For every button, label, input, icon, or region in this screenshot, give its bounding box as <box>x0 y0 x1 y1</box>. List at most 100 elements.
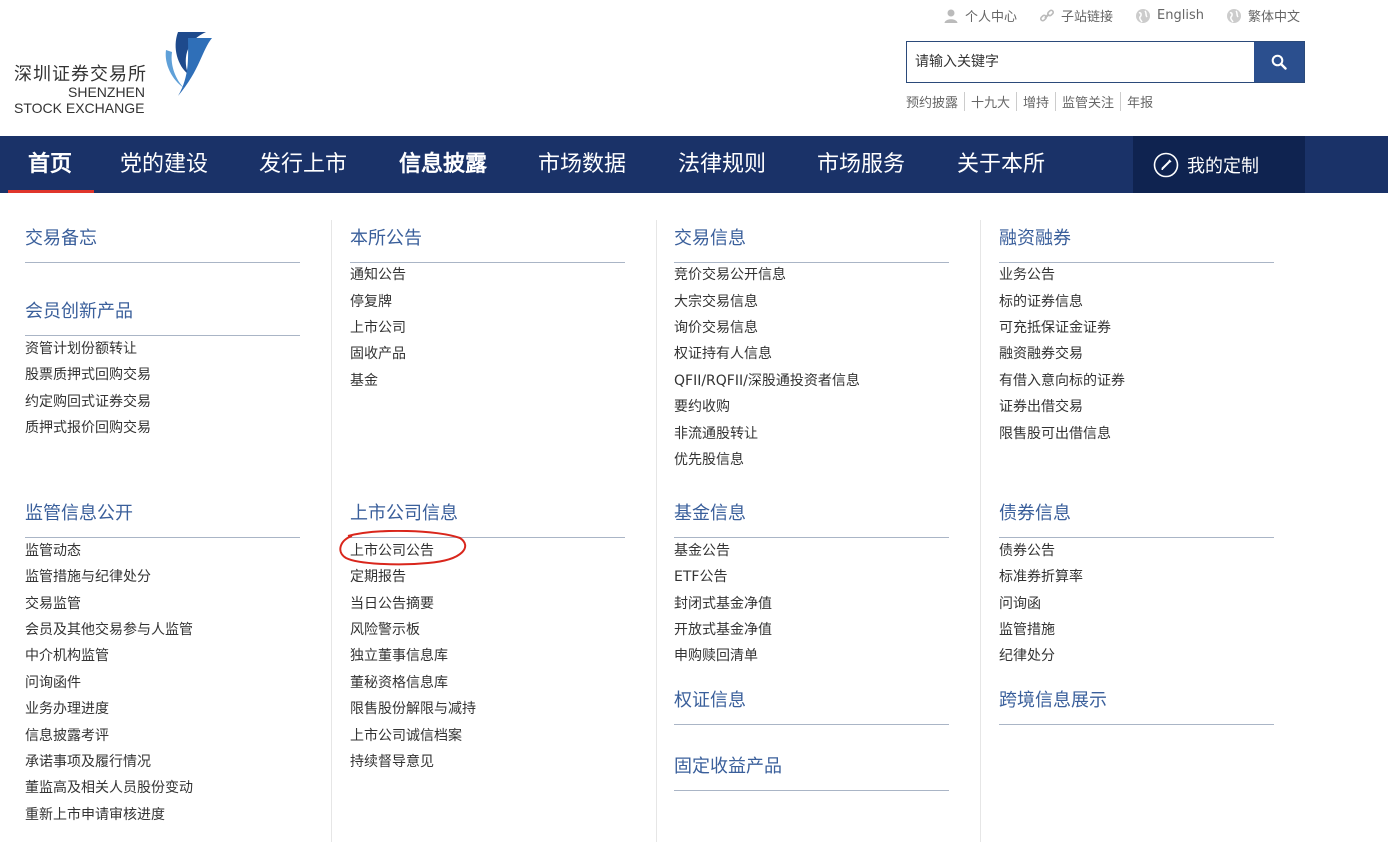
section-title-trade-memo[interactable]: 交易备忘 <box>25 224 300 263</box>
menu-link[interactable]: 问询函 <box>999 593 1041 613</box>
nav-item-disclosure[interactable]: 信息披露 <box>399 136 487 193</box>
menu-link[interactable]: 董秘资格信息库 <box>350 672 448 692</box>
logo-mark-icon <box>165 32 212 96</box>
section-title-exchange-notice[interactable]: 本所公告 <box>350 224 625 263</box>
menu-link[interactable]: 基金 <box>350 370 378 390</box>
main-nav: 首页 党的建设 发行上市 信息披露 市场数据 法律规则 市场服务 关于本所 我的… <box>0 136 1388 193</box>
nav-item-market-data[interactable]: 市场数据 <box>538 136 626 193</box>
custom-icon <box>1153 152 1179 177</box>
hot-word-link[interactable]: 增持 <box>1016 92 1055 111</box>
english-label: English <box>1157 8 1204 23</box>
menu-link[interactable]: 权证持有人信息 <box>674 343 772 363</box>
menu-link[interactable]: 大宗交易信息 <box>674 291 758 311</box>
nav-item-services[interactable]: 市场服务 <box>817 136 905 193</box>
menu-link[interactable]: 监管措施与纪律处分 <box>25 566 151 586</box>
menu-link[interactable]: 限售股份解限与减持 <box>350 698 476 718</box>
menu-link[interactable]: 标的证券信息 <box>999 291 1083 311</box>
nav-item-listing[interactable]: 发行上市 <box>259 136 347 193</box>
menu-link[interactable]: 限售股可出借信息 <box>999 423 1111 443</box>
menu-link[interactable]: 基金公告 <box>674 540 730 560</box>
menu-link[interactable]: 问询函件 <box>25 672 81 692</box>
menu-link[interactable]: 标准券折算率 <box>999 566 1083 586</box>
section-title-member-products[interactable]: 会员创新产品 <box>25 297 300 336</box>
search-box <box>906 41 1305 83</box>
menu-link[interactable]: 上市公司诚信档案 <box>350 725 462 745</box>
link-icon <box>1040 8 1055 22</box>
menu-link[interactable]: 申购赎回清单 <box>674 645 758 665</box>
menu-link[interactable]: 监管措施 <box>999 619 1055 639</box>
search-input[interactable] <box>907 42 1254 82</box>
menu-link[interactable]: 固收产品 <box>350 343 406 363</box>
nav-item-home[interactable]: 首页 <box>28 136 72 193</box>
search-button[interactable] <box>1254 42 1304 82</box>
personal-center-label: 个人中心 <box>965 10 1018 25</box>
traditional-chinese-link[interactable]: 繁体中文 <box>1226 6 1300 25</box>
substation-link[interactable]: 子站链接 <box>1039 6 1113 25</box>
menu-link[interactable]: 资管计划份额转让 <box>25 338 137 358</box>
menu-link[interactable]: 停复牌 <box>350 291 392 311</box>
menu-link[interactable]: 业务公告 <box>999 264 1055 284</box>
menu-link[interactable]: 定期报告 <box>350 566 406 586</box>
menu-link[interactable]: 约定购回式证券交易 <box>25 391 151 411</box>
menu-link[interactable]: 证券出借交易 <box>999 396 1083 416</box>
menu-link[interactable]: 业务办理进度 <box>25 698 109 718</box>
menu-link[interactable]: 有借入意向标的证券 <box>999 370 1125 390</box>
hot-words: 预约披露 十九大 增持 监管关注 年报 <box>906 92 1159 111</box>
szse-logo[interactable]: 深圳证券交易所 SHENZHEN STOCK EXCHANGE <box>14 30 214 116</box>
my-custom-label: 我的定制 <box>1187 155 1259 177</box>
hot-word-link[interactable]: 年报 <box>1120 92 1159 111</box>
menu-link[interactable]: 中介机构监管 <box>25 645 109 665</box>
nav-item-party[interactable]: 党的建设 <box>120 136 208 193</box>
menu-link[interactable]: 质押式报价回购交易 <box>25 417 151 437</box>
logo-en-text-1: SHENZHEN <box>68 84 146 100</box>
my-custom-button[interactable]: 我的定制 <box>1133 136 1305 193</box>
menu-link[interactable]: 竞价交易公开信息 <box>674 264 786 284</box>
hot-word-link[interactable]: 监管关注 <box>1055 92 1120 111</box>
menu-link[interactable]: 股票质押式回购交易 <box>25 364 151 384</box>
menu-link[interactable]: 当日公告摘要 <box>350 593 434 613</box>
menu-link[interactable]: QFII/RQFII/深股通投资者信息 <box>674 370 860 390</box>
section-title-fund-info[interactable]: 基金信息 <box>674 499 949 538</box>
section-title-bond-info[interactable]: 债券信息 <box>999 499 1274 538</box>
red-highlight-circle <box>339 530 467 566</box>
hot-word-link[interactable]: 预约披露 <box>906 92 964 111</box>
menu-link[interactable]: 通知公告 <box>350 264 406 284</box>
menu-link[interactable]: 风险警示板 <box>350 619 420 639</box>
menu-link[interactable]: 持续督导意见 <box>350 751 434 771</box>
menu-link[interactable]: 董监高及相关人员股份变动 <box>25 777 193 797</box>
menu-link[interactable]: 纪律处分 <box>999 645 1055 665</box>
menu-link[interactable]: 监管动态 <box>25 540 81 560</box>
menu-link[interactable]: 封闭式基金净值 <box>674 593 772 613</box>
menu-link[interactable]: 债券公告 <box>999 540 1055 560</box>
english-link[interactable]: English <box>1135 6 1204 25</box>
logo-cn-text: 深圳证券交易所 <box>14 64 147 85</box>
section-title-trade-info[interactable]: 交易信息 <box>674 224 949 263</box>
menu-link[interactable]: 可充抵保证金证券 <box>999 317 1111 337</box>
menu-link[interactable]: 信息披露考评 <box>25 725 109 745</box>
menu-link[interactable]: 优先股信息 <box>674 449 744 469</box>
personal-center-link[interactable]: 个人中心 <box>943 6 1017 25</box>
menu-link[interactable]: 融资融券交易 <box>999 343 1083 363</box>
menu-link[interactable]: 上市公司 <box>350 317 406 337</box>
menu-link[interactable]: 开放式基金净值 <box>674 619 772 639</box>
nav-item-about[interactable]: 关于本所 <box>957 136 1045 193</box>
menu-link[interactable]: 询价交易信息 <box>674 317 758 337</box>
section-title-supervision[interactable]: 监管信息公开 <box>25 499 300 538</box>
menu-link[interactable]: 非流通股转让 <box>674 423 758 443</box>
menu-link[interactable]: 交易监管 <box>25 593 81 613</box>
menu-link[interactable]: 承诺事项及履行情况 <box>25 751 151 771</box>
logo-en-text-2: STOCK EXCHANGE <box>14 100 145 116</box>
section-title-fixed-income[interactable]: 固定收益产品 <box>674 752 949 791</box>
section-title-warrant-info[interactable]: 权证信息 <box>674 686 949 725</box>
substation-label: 子站链接 <box>1061 10 1114 25</box>
column-divider <box>331 220 332 842</box>
section-title-margin[interactable]: 融资融券 <box>999 224 1274 263</box>
menu-link[interactable]: 重新上市申请审核进度 <box>25 804 165 824</box>
nav-item-rules[interactable]: 法律规则 <box>678 136 766 193</box>
hot-word-link[interactable]: 十九大 <box>964 92 1016 111</box>
section-title-cross-border[interactable]: 跨境信息展示 <box>999 686 1274 725</box>
menu-link[interactable]: 会员及其他交易参与人监管 <box>25 619 193 639</box>
menu-link[interactable]: ETF公告 <box>674 566 727 586</box>
menu-link[interactable]: 要约收购 <box>674 396 730 416</box>
menu-link[interactable]: 独立董事信息库 <box>350 645 448 665</box>
